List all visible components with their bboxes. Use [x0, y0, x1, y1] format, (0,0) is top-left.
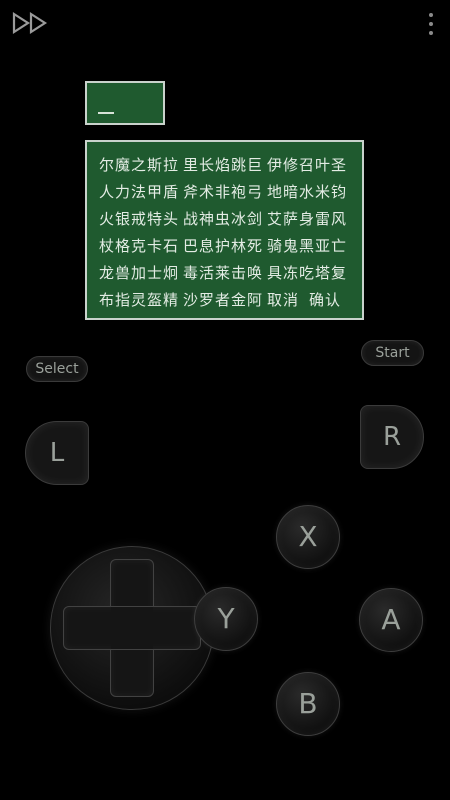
name-entry-box: [85, 81, 165, 125]
dpad[interactable]: [50, 546, 214, 710]
char-cell[interactable]: 沙罗者金阿: [183, 291, 262, 309]
text-cursor: [98, 112, 114, 114]
more-vertical-icon[interactable]: [426, 8, 436, 40]
b-button[interactable]: B: [276, 672, 340, 736]
char-cell[interactable]: 火银戒特头: [99, 210, 178, 228]
char-cell[interactable]: 艾萨身雷风: [267, 210, 346, 228]
char-cell[interactable]: 里长焰跳巨: [183, 156, 262, 174]
char-cell[interactable]: 杖格克卡石: [99, 237, 178, 255]
char-cell[interactable]: 具冻吃塔复: [267, 264, 346, 282]
dpad-center: [111, 607, 153, 649]
char-cell[interactable]: 尔魔之斯拉: [99, 156, 178, 174]
char-cell[interactable]: 伊修召叶圣: [267, 156, 346, 174]
char-cell[interactable]: 斧术非袍弓: [183, 183, 262, 201]
char-cell[interactable]: 地暗水米钧: [267, 183, 346, 201]
l-shoulder-button[interactable]: L: [25, 421, 89, 485]
char-cell[interactable]: 战神虫冰剑: [183, 210, 262, 228]
char-cell[interactable]: 取消 确认: [267, 291, 342, 309]
y-button[interactable]: Y: [194, 587, 258, 651]
start-button[interactable]: Start: [361, 340, 424, 366]
character-grid: 尔魔之斯拉 里长焰跳巨 伊修召叶圣 人力法甲盾 斧术非袍弓 地暗水米钧 火银戒特…: [85, 140, 364, 320]
fast-forward-icon[interactable]: [12, 11, 50, 35]
char-cell[interactable]: 龙兽加士炯: [99, 264, 178, 282]
char-cell[interactable]: 布指灵盔精: [99, 291, 178, 309]
r-shoulder-button[interactable]: R: [360, 405, 424, 469]
char-cell[interactable]: 毒活莱击唤: [183, 264, 262, 282]
a-button[interactable]: A: [359, 588, 423, 652]
char-cell[interactable]: 骑鬼黑亚亡: [267, 237, 346, 255]
select-button[interactable]: Select: [26, 356, 88, 382]
char-cell[interactable]: 巴息护林死: [183, 237, 262, 255]
x-button[interactable]: X: [276, 505, 340, 569]
char-cell[interactable]: 人力法甲盾: [99, 183, 178, 201]
